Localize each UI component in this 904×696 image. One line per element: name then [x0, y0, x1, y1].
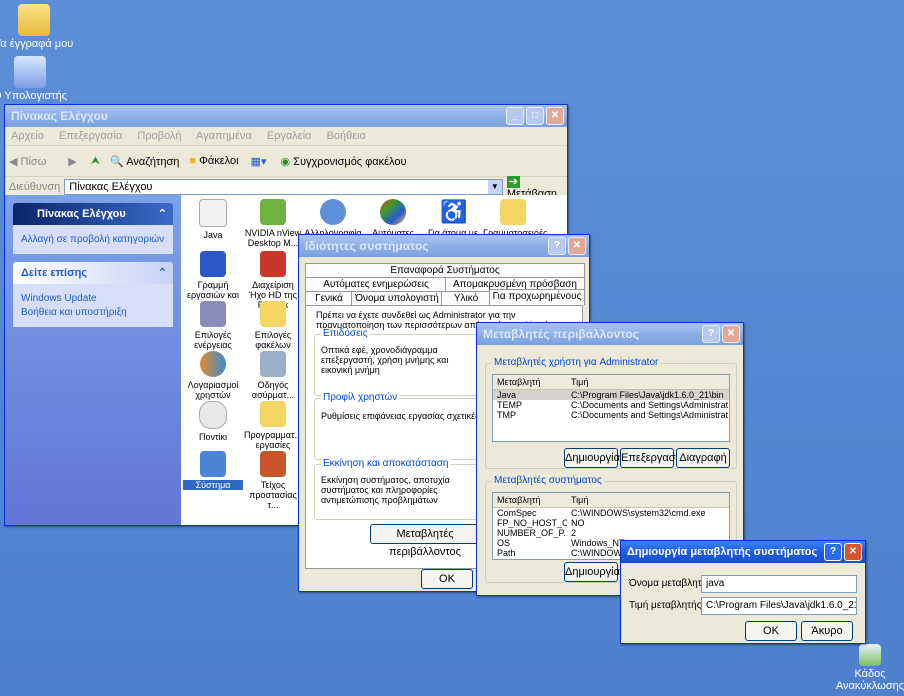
environment-variables-titlebar[interactable]: Μεταβλητές περιβάλλοντος ? ✕ — [477, 323, 743, 345]
system-icon — [200, 451, 226, 477]
ok-button[interactable]: OK — [421, 569, 473, 589]
cp-item-scheduled-tasks[interactable]: Προγραμματ... εργασίες — [243, 401, 303, 450]
back-button[interactable]: ◀ Πίσω — [9, 155, 46, 168]
new-system-variable-dialog: Δημιουργία μεταβλητής συστήματος ? ✕ Όνομ… — [620, 540, 866, 644]
collapse-icon[interactable]: ⌃ — [158, 203, 167, 225]
menu-tools[interactable]: Εργαλεία — [267, 130, 312, 142]
environment-variables-button[interactable]: Μεταβλητές περιβάλλοντος — [370, 524, 480, 558]
speaker-icon — [260, 251, 286, 277]
user-accounts-icon — [200, 351, 226, 377]
cp-item-folder-options[interactable]: Επιλογές φακέλων — [243, 301, 303, 350]
table-row[interactable]: Java C:\Program Files\Java\jdk1.6.0_21\bi… — [493, 390, 729, 400]
menu-edit[interactable]: Επεξεργασία — [59, 130, 122, 142]
see-also-title[interactable]: Δείτε επίσης ⌃ — [13, 262, 173, 284]
address-input[interactable]: Πίνακας Ελέγχου ▼ — [64, 179, 503, 195]
table-row[interactable]: TEMP C:\Documents and Settings\Administra… — [493, 400, 729, 410]
table-row[interactable]: TMP C:\Documents and Settings\Administrat… — [493, 410, 729, 420]
edit-user-variable-button[interactable]: Επεξεργασία — [620, 448, 684, 468]
help-support-link[interactable]: Βοήθεια και υποστήριξη — [21, 307, 165, 318]
menu-file[interactable]: Αρχείο — [11, 130, 44, 142]
wireless-icon — [260, 351, 286, 377]
cp-item-system[interactable]: Σύστημα — [183, 451, 243, 490]
views-button[interactable]: ▦▾ — [251, 155, 267, 168]
fonts-folder-icon — [500, 199, 526, 225]
new-user-variable-button[interactable]: Δημιουργία — [564, 448, 620, 468]
variable-value-label: Τιμή μεταβλητής: — [629, 600, 705, 611]
system-properties-titlebar[interactable]: Ιδιότητες συστήματος ? ✕ — [299, 235, 589, 257]
up-folder-icon[interactable]: ⮝ — [91, 155, 100, 168]
control-panel-titlebar[interactable]: Πίνακας Ελέγχου _ □ ✕ — [5, 105, 567, 127]
recycle-bin-icon — [859, 644, 881, 666]
folders-button[interactable]: ■ Φάκελοι — [189, 155, 238, 167]
task-pane: Πίνακας Ελέγχου ⌃ Αλλαγή σε προβολή κατηγ… — [5, 195, 181, 525]
accessibility-icon: ♿ — [440, 199, 468, 225]
sync-button[interactable]: ◉ Συγχρονισμός φακέλου — [280, 155, 406, 168]
close-button[interactable]: ✕ — [844, 543, 862, 561]
cp-item-java[interactable]: Java — [183, 199, 243, 240]
cp-item-mail[interactable]: Αλληλογραφία — [303, 199, 363, 238]
desktop: { "desktop": { "icons": [ {"label": "Τα … — [0, 0, 904, 696]
go-arrow-icon: ➔ — [506, 175, 521, 188]
my-documents-desktop-icon[interactable]: Τα έγγραφά μου — [0, 4, 74, 50]
scheduled-tasks-icon — [260, 401, 286, 427]
power-icon — [200, 301, 226, 327]
user-variables-group: Μεταβλητές χρήστη για Administrator Μετα… — [485, 357, 737, 469]
variable-name-input[interactable]: java — [701, 575, 857, 593]
cp-item-mouse[interactable]: Ποντίκι — [183, 401, 243, 442]
java-icon — [199, 199, 227, 227]
new-variable-titlebar[interactable]: Δημιουργία μεταβλητής συστήματος ? ✕ — [621, 541, 865, 563]
close-button[interactable]: ✕ — [722, 325, 740, 343]
table-row[interactable]: FP_NO_HOST_C...NO — [493, 518, 729, 528]
cp-item-wireless[interactable]: Οδηγός ασύρματ... — [243, 351, 303, 400]
user-variables-list[interactable]: Μεταβλητή Τιμή Java C:\Program Files\Java\… — [492, 374, 730, 442]
close-button[interactable]: ✕ — [568, 237, 586, 255]
delete-user-variable-button[interactable]: Διαγραφή — [676, 448, 730, 468]
menu-view[interactable]: Προβολή — [137, 130, 181, 142]
search-button[interactable]: 🔍 Αναζήτηση — [110, 155, 179, 168]
mouse-icon — [199, 401, 227, 429]
tab-advanced[interactable]: Για προχωρημένους — [489, 289, 585, 305]
search-icon: 🔍 — [110, 155, 124, 168]
new-system-variable-button[interactable]: Δημιουργία — [564, 562, 620, 582]
sync-icon: ◉ — [280, 155, 291, 168]
cancel-button[interactable]: Άκυρο — [801, 621, 853, 641]
table-row[interactable]: NUMBER_OF_P... 2 — [493, 528, 729, 538]
ok-button[interactable]: OK — [745, 621, 797, 641]
windows-update-link[interactable]: Windows Update — [21, 293, 165, 304]
panel-title[interactable]: Πίνακας Ελέγχου ⌃ — [13, 203, 173, 225]
firewall-icon — [260, 451, 286, 477]
forward-button[interactable]: ▶ — [68, 155, 76, 168]
maximize-button[interactable]: □ — [526, 107, 544, 125]
folder-options-icon — [260, 301, 286, 327]
cp-item-nvidia[interactable]: NVIDIA nView Desktop M... — [243, 199, 303, 248]
collapse-icon[interactable]: ⌃ — [158, 262, 167, 284]
cp-item-power[interactable]: Επιλογές ενέργειας — [183, 301, 243, 350]
toolbar: ◀ Πίσω ▶ ⮝ 🔍 Αναζήτηση ■ Φάκελοι ▦▾ ◉ Συ… — [5, 146, 567, 177]
menu-bar: Αρχείο Επεξεργασία Προβολή Αγαπημένα Εργ… — [5, 127, 567, 146]
windows-update-icon — [380, 199, 406, 225]
control-panel-panel: Πίνακας Ελέγχου ⌃ Αλλαγή σε προβολή κατηγ… — [13, 203, 173, 254]
menu-help[interactable]: Βοήθεια — [327, 130, 366, 142]
help-button[interactable]: ? — [824, 543, 842, 561]
help-button[interactable]: ? — [548, 237, 566, 255]
chevron-down-icon[interactable]: ▼ — [487, 180, 502, 194]
table-row[interactable]: ComSpec C:\WINDOWS\system32\cmd.exe — [493, 508, 729, 518]
minimize-button[interactable]: _ — [506, 107, 524, 125]
variable-value-input[interactable]: C:\Program Files\Java\jdk1.6.0_21\bin — [701, 597, 857, 615]
cp-item-fonts[interactable]: Γραμματοσειρές — [483, 199, 547, 238]
nvidia-icon — [260, 199, 286, 225]
recycle-bin-desktop-icon[interactable]: Κάδος Ανακύκλωσης — [830, 644, 904, 692]
switch-category-view-link[interactable]: Αλλαγή σε προβολή κατηγοριών — [21, 234, 165, 245]
mail-icon — [320, 199, 346, 225]
my-documents-icon — [18, 4, 50, 36]
close-button[interactable]: ✕ — [546, 107, 564, 125]
my-computer-icon — [14, 56, 46, 88]
help-button[interactable]: ? — [702, 325, 720, 343]
menu-favorites[interactable]: Αγαπημένα — [196, 130, 252, 142]
cp-item-firewall[interactable]: Τείχος προστασίας τ... — [243, 451, 303, 510]
see-also-panel: Δείτε επίσης ⌃ Windows Update Βοήθεια και… — [13, 262, 173, 327]
folder-icon: ■ — [189, 155, 197, 167]
taskbar-icon — [200, 251, 226, 277]
cp-item-user-accounts[interactable]: Λογαριασμοί χρηστών — [183, 351, 243, 400]
